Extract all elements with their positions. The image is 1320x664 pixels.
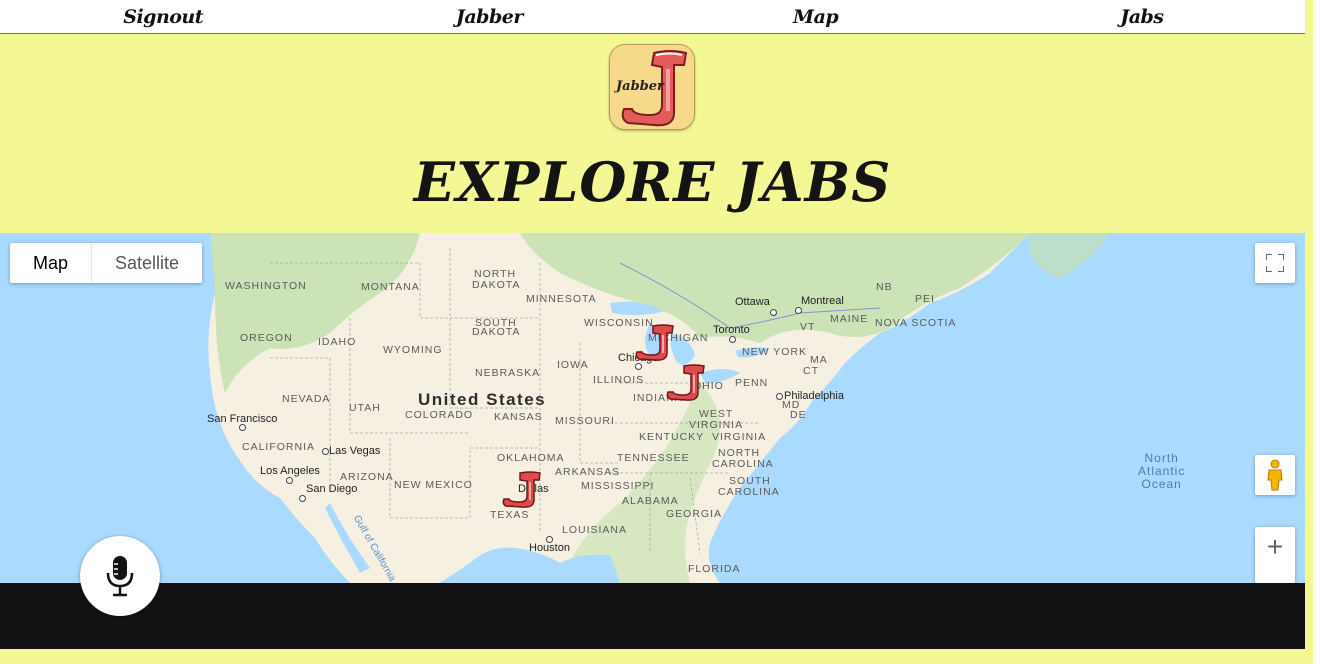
region-label: VIRGINIA	[712, 431, 767, 443]
city-dot	[729, 336, 736, 343]
page-title: EXPLORE JABS	[413, 150, 892, 214]
fullscreen-icon	[1266, 254, 1284, 272]
pegman-icon	[1267, 459, 1283, 491]
region-label: CAROLINA	[712, 458, 774, 470]
region-label: OKLAHOMA	[497, 452, 565, 464]
street-view-button[interactable]	[1255, 455, 1295, 495]
region-label: OREGON	[240, 332, 293, 344]
map-view[interactable]: WASHINGTON MONTANA NORTH DAKOTA MINNESOT…	[0, 233, 1305, 583]
region-label: TENNESSEE	[617, 452, 690, 464]
nav-jabber[interactable]: Jabber	[326, 6, 652, 28]
region-label: UTAH	[349, 402, 381, 414]
region-label: ILLINOIS	[593, 374, 645, 386]
city-dot	[286, 477, 293, 484]
nav-map[interactable]: Map	[653, 6, 979, 28]
region-label: VT	[800, 321, 816, 333]
city-dot	[322, 448, 329, 455]
region-label: DE	[790, 409, 807, 421]
region-label: CALIFORNIA	[242, 441, 316, 453]
region-label: MINNESOTA	[526, 293, 597, 305]
region-label: PEI	[915, 293, 935, 305]
city-label: Las Vegas	[329, 445, 381, 457]
region-label: KENTUCKY	[639, 431, 705, 443]
region-label: LOUISIANA	[562, 524, 628, 536]
nav-signout[interactable]: Signout	[0, 6, 326, 28]
region-label: MAINE	[830, 313, 869, 325]
region-label: VIRGINIA	[689, 419, 744, 431]
ocean-label-line: Ocean	[1141, 477, 1182, 491]
map-type-control: Map Satellite	[10, 243, 203, 283]
region-label: IOWA	[557, 359, 589, 371]
footer-bar	[0, 583, 1305, 649]
city-dot	[239, 424, 246, 431]
map-base-layer	[0, 233, 1305, 583]
right-page-strip	[1305, 0, 1313, 664]
region-label: COLORADO	[405, 409, 474, 421]
city-dot	[795, 307, 802, 314]
city-label: Toronto	[713, 324, 750, 336]
nav-jabs[interactable]: Jabs	[979, 6, 1305, 28]
country-label: United States	[418, 390, 547, 409]
city-dot	[635, 363, 642, 370]
region-label: DAKOTA	[472, 279, 521, 291]
region-label: MONTANA	[361, 281, 420, 293]
region-label: NB	[876, 281, 893, 293]
region-label: CT	[803, 365, 819, 377]
microphone-icon	[106, 556, 134, 597]
region-label: CAROLINA	[718, 486, 780, 498]
map-type-map-button[interactable]: Map	[10, 243, 93, 283]
region-label: PENN	[735, 377, 769, 389]
region-label: ALABAMA	[622, 495, 679, 507]
region-label: GEORGIA	[666, 508, 723, 520]
region-label: NEBRASKA	[475, 367, 541, 379]
city-label: San Diego	[306, 483, 358, 495]
top-nav: Signout Jabber Map Jabs	[0, 0, 1305, 34]
jabber-logo[interactable]: Jabber	[609, 44, 695, 130]
city-label: San Francisco	[207, 413, 278, 425]
region-label: MISSISSIPPI	[581, 480, 655, 492]
region-label: FLORIDA	[688, 563, 741, 575]
city-label: Ottawa	[735, 296, 770, 308]
page-header: Jabber EXPLORE JABS	[0, 34, 1305, 233]
zoom-in-icon: +	[1266, 531, 1284, 562]
map-type-satellite-button[interactable]: Satellite	[92, 243, 202, 283]
city-dot	[299, 495, 306, 502]
zoom-in-button[interactable]: +	[1255, 527, 1295, 583]
city-label: Philadelphia	[784, 390, 844, 402]
city-dot	[776, 393, 783, 400]
region-label: NEVADA	[282, 393, 331, 405]
region-label: WYOMING	[383, 344, 443, 356]
region-label: NEW MEXICO	[394, 479, 473, 491]
region-label: MISSOURI	[555, 415, 615, 427]
region-label: ARIZONA	[340, 471, 394, 483]
city-label: Houston	[529, 542, 570, 554]
city-label: Los Angeles	[260, 465, 320, 477]
jab-marker-icon[interactable]	[664, 363, 708, 403]
voice-record-button[interactable]	[80, 536, 160, 616]
region-label: TEXAS	[490, 509, 530, 521]
region-label: KANSAS	[494, 411, 543, 423]
jab-marker-icon[interactable]	[500, 470, 544, 510]
region-label: WASHINGTON	[225, 280, 307, 292]
city-dot	[770, 309, 777, 316]
region-label: DAKOTA	[472, 326, 521, 338]
region-label: ARKANSAS	[555, 466, 621, 478]
city-label: Montreal	[801, 295, 844, 307]
ocean-label: North Atlantic Ocean	[1138, 452, 1185, 491]
region-label: NEW YORK	[742, 346, 807, 358]
region-label: NOVA SCOTIA	[875, 317, 957, 329]
logo-text: Jabber	[616, 79, 664, 94]
jab-marker-icon[interactable]	[633, 323, 677, 363]
fullscreen-button[interactable]	[1255, 243, 1295, 283]
scrollbar-track[interactable]	[1313, 0, 1320, 664]
region-label: IDAHO	[318, 336, 357, 348]
